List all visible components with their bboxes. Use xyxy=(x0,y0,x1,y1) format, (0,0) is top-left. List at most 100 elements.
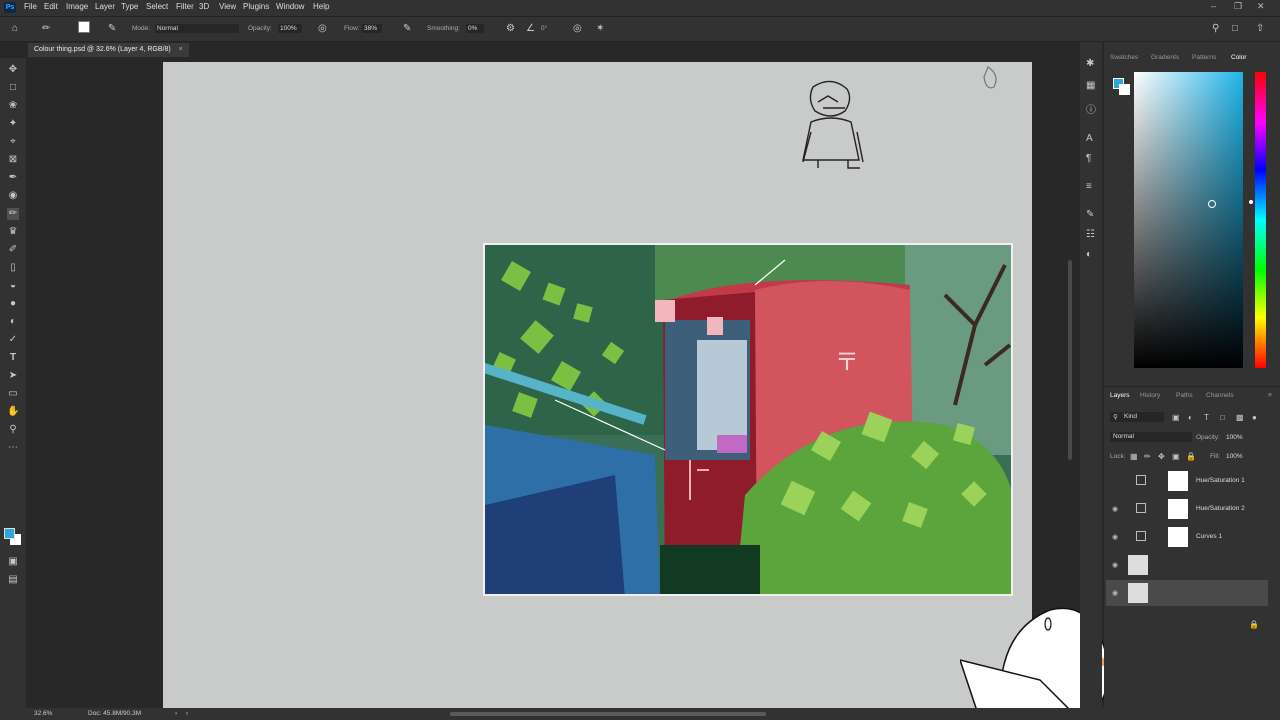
blend-mode-select[interactable]: Normal xyxy=(1110,432,1192,442)
type-tool-icon[interactable]: T xyxy=(7,352,19,364)
filter-pixel-icon[interactable]: ▣ xyxy=(1172,413,1180,423)
dodge-tool-icon[interactable]: ◐ xyxy=(7,316,19,328)
tab-layers[interactable]: Layers xyxy=(1110,392,1130,399)
move-tool-icon[interactable]: ✥ xyxy=(7,64,19,76)
tab-gradients[interactable]: Gradients xyxy=(1151,54,1179,61)
filter-shape-icon[interactable]: □ xyxy=(1220,413,1225,423)
zoom-tool-icon[interactable]: ⚲ xyxy=(7,424,19,436)
layer-filter-select[interactable]: ⚲ Kind xyxy=(1110,412,1164,422)
opacity-input[interactable]: 100% xyxy=(278,24,302,33)
layer-name[interactable]: Hue/Saturation 1 xyxy=(1196,477,1245,484)
menu-view[interactable]: View xyxy=(219,2,236,11)
crop-tool-icon[interactable]: ⌖ xyxy=(7,136,19,148)
lock-image-icon[interactable]: ✏ xyxy=(1144,452,1151,462)
share-icon[interactable]: ⇧ xyxy=(1256,24,1264,34)
clone-stamp-tool-icon[interactable]: ♛ xyxy=(7,226,19,238)
vertical-scrollbar[interactable] xyxy=(1068,260,1072,460)
info-icon[interactable]: ⓘ xyxy=(1086,106,1096,116)
layer-row[interactable]: Hue/Saturation 1 xyxy=(1106,468,1268,494)
color-picker-cursor[interactable] xyxy=(1208,200,1216,208)
plugins-icon[interactable]: ✱ xyxy=(1086,59,1094,69)
history-brush-tool-icon[interactable]: ✐ xyxy=(7,244,19,256)
character-icon[interactable]: A xyxy=(1086,134,1093,144)
path-selection-tool-icon[interactable]: ➤ xyxy=(7,370,19,382)
pressure-opacity-icon[interactable]: ◎ xyxy=(318,24,327,34)
maximize-icon[interactable]: ❐ xyxy=(1234,1,1242,12)
tab-history[interactable]: History xyxy=(1140,392,1160,399)
lock-artboard-icon[interactable]: ▣ xyxy=(1172,452,1180,462)
angle-value[interactable]: 0° xyxy=(541,25,547,32)
tab-color[interactable]: Color xyxy=(1231,54,1247,61)
lock-transparent-icon[interactable]: ▦ xyxy=(1130,452,1138,462)
libraries-icon[interactable]: ▦ xyxy=(1086,81,1095,91)
painting-artboard[interactable]: 〒 xyxy=(483,243,1013,596)
brush-preset-swatch[interactable] xyxy=(78,21,90,33)
eye-icon[interactable]: ◉ xyxy=(1112,505,1118,513)
layer-row[interactable]: ◉ xyxy=(1106,552,1268,578)
search-icon[interactable]: ⚲ xyxy=(1212,24,1219,34)
eyedropper-tool-icon[interactable]: ✒ xyxy=(7,172,19,184)
menu-help[interactable]: Help xyxy=(313,2,329,11)
healing-brush-tool-icon[interactable]: ◉ xyxy=(7,190,19,202)
layer-opacity-input[interactable]: 100% xyxy=(1226,434,1243,441)
pressure-size-icon[interactable]: ◎ xyxy=(573,24,582,34)
menu-image[interactable]: Image xyxy=(66,2,88,11)
paint-bucket-tool-icon[interactable]: ◒ xyxy=(7,280,19,292)
horizontal-scrollbar[interactable] xyxy=(450,712,766,716)
tab-paths[interactable]: Paths xyxy=(1176,392,1193,399)
panel-menu-icon[interactable]: ≡ xyxy=(1268,392,1272,399)
menu-file[interactable]: File xyxy=(24,2,37,11)
menu-filter[interactable]: Filter xyxy=(176,2,194,11)
hue-slider[interactable] xyxy=(1249,72,1266,368)
layer-row-selected[interactable]: ◉ xyxy=(1106,580,1268,606)
close-tab-icon[interactable]: × xyxy=(179,46,183,53)
brush-settings-icon[interactable]: ✎ xyxy=(108,24,116,34)
zoom-level[interactable]: 32.6% xyxy=(34,710,52,717)
workspace-icon[interactable]: □ xyxy=(1232,24,1238,34)
marquee-tool-icon[interactable]: □ xyxy=(7,82,19,94)
screen-mode-icon[interactable]: ▤ xyxy=(7,574,19,586)
hand-tool-icon[interactable]: ✋ xyxy=(7,406,19,418)
lasso-tool-icon[interactable]: ❀ xyxy=(7,100,19,112)
eye-icon[interactable]: ◉ xyxy=(1112,533,1118,541)
airbrush-icon[interactable]: ✎ xyxy=(403,24,411,34)
minimize-icon[interactable]: – xyxy=(1211,1,1216,11)
layer-thumbnail[interactable] xyxy=(1128,583,1148,603)
menu-select[interactable]: Select xyxy=(146,2,168,11)
tab-channels[interactable]: Channels xyxy=(1206,392,1233,399)
quick-mask-icon[interactable]: ▣ xyxy=(7,556,19,568)
styles-icon[interactable]: ◐ xyxy=(1086,250,1092,260)
menu-layer[interactable]: Layer xyxy=(95,2,115,11)
layer-mask-thumbnail[interactable] xyxy=(1168,527,1188,547)
filter-smart-object-icon[interactable]: ▩ xyxy=(1236,413,1244,423)
menu-window[interactable]: Window xyxy=(276,2,304,11)
panel-background-swatch[interactable] xyxy=(1119,84,1130,95)
menu-plugins[interactable]: Plugins xyxy=(243,2,269,11)
layer-name[interactable]: Curves 1 xyxy=(1196,533,1222,540)
hue-slider-handle[interactable] xyxy=(1249,200,1253,204)
menu-edit[interactable]: Edit xyxy=(44,2,58,11)
background-color-swatch[interactable] xyxy=(10,534,21,545)
menu-3d[interactable]: 3D xyxy=(199,2,209,11)
quick-select-tool-icon[interactable]: ✦ xyxy=(7,118,19,130)
layer-thumbnail[interactable] xyxy=(1128,555,1148,575)
close-icon[interactable]: ✕ xyxy=(1257,1,1265,12)
status-scroll-left-icon[interactable]: ‹ xyxy=(186,710,188,717)
lock-position-icon[interactable]: ✥ xyxy=(1158,452,1165,462)
lock-all-icon[interactable]: 🔒 xyxy=(1186,452,1196,462)
layer-row[interactable]: ◉ Hue/Saturation 2 xyxy=(1106,496,1268,522)
frame-tool-icon[interactable]: ⊠ xyxy=(7,154,19,166)
layer-name[interactable]: Hue/Saturation 2 xyxy=(1196,505,1245,512)
eye-icon[interactable]: ◉ xyxy=(1112,561,1118,569)
filter-type-icon[interactable]: T xyxy=(1204,413,1209,423)
layer-mask-thumbnail[interactable] xyxy=(1168,471,1188,491)
more-tools-icon[interactable]: ⋯ xyxy=(7,442,19,454)
paragraph-icon[interactable]: ¶ xyxy=(1086,154,1091,164)
brush-tool-icon[interactable]: ✏ xyxy=(42,24,50,34)
smoothing-input[interactable]: 0% xyxy=(466,24,484,33)
blur-tool-icon[interactable]: ● xyxy=(7,298,19,310)
color-picker-field[interactable] xyxy=(1134,72,1243,368)
angle-icon[interactable]: ∠ xyxy=(526,24,535,34)
tab-patterns[interactable]: Patterns xyxy=(1192,54,1216,61)
brush-settings-panel-icon[interactable]: ✎ xyxy=(1086,210,1094,220)
